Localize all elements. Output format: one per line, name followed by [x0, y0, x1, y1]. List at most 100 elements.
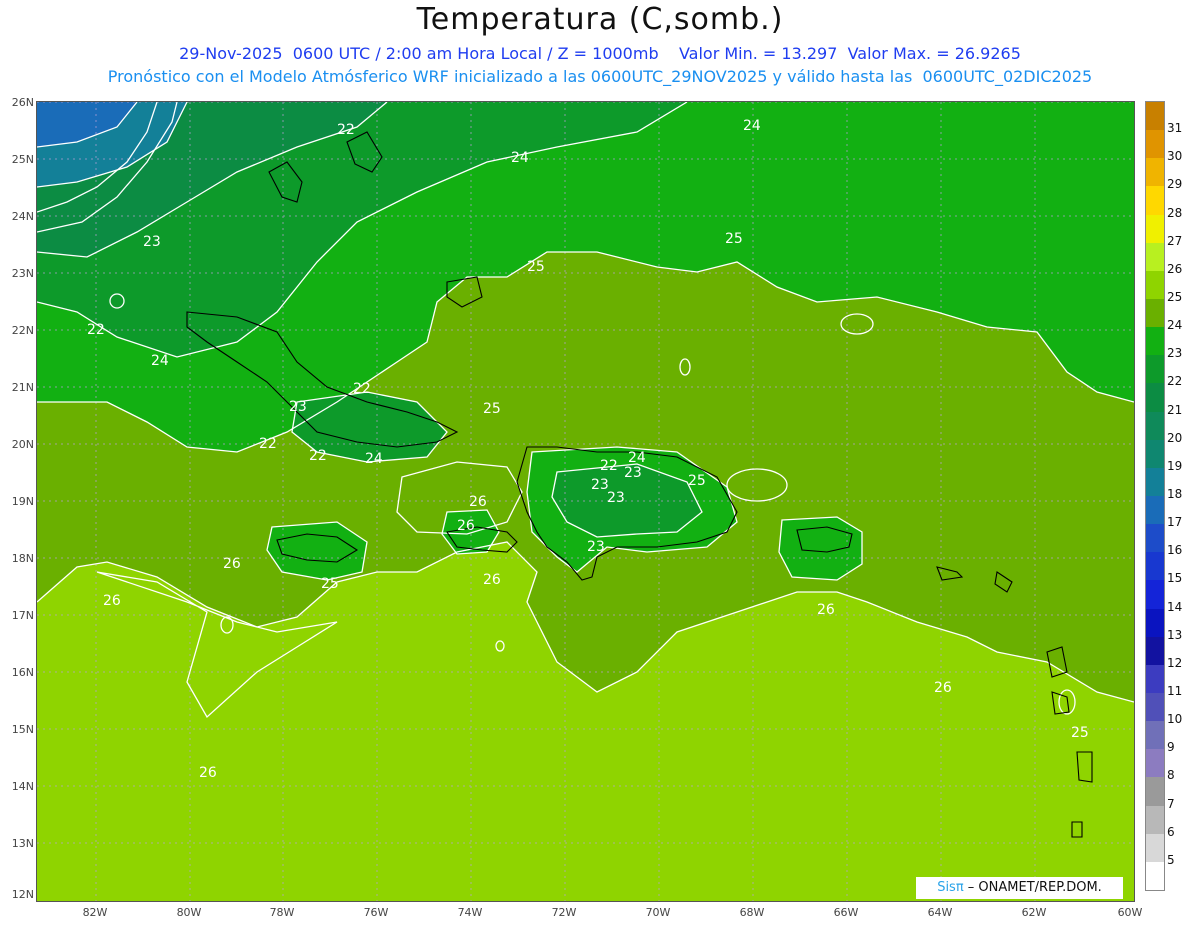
colorbar-swatch [1146, 411, 1164, 441]
colorbar-swatch [1146, 833, 1164, 863]
colorbar-swatch [1146, 214, 1164, 244]
lat-label: 25N [11, 153, 34, 166]
contour-label: 23 [587, 539, 605, 555]
lat-label: 14N [11, 780, 34, 793]
colorbar-label: 8 [1167, 768, 1175, 783]
lat-label: 21N [11, 381, 34, 394]
lon-label: 62W [1021, 906, 1047, 919]
lon-label: 60W [1117, 906, 1143, 919]
valid-time-line: 29-Nov-2025 0600 UTC / 2:00 am Hora Loca… [179, 44, 1021, 63]
colorbar-label: 13 [1167, 627, 1183, 642]
colorbar [1145, 101, 1165, 891]
colorbar-label: 31 [1167, 121, 1183, 136]
map-canvas: 22 24 24 23 25 25 22 24 22 23 22 25 22 2… [37, 102, 1134, 901]
lon-label: 80W [176, 906, 202, 919]
colorbar-swatch [1146, 355, 1164, 384]
colorbar-label: 26 [1167, 261, 1183, 276]
colorbar-swatch [1146, 608, 1164, 638]
colorbar-swatch [1146, 327, 1164, 356]
contour-label: 26 [469, 494, 487, 510]
contour-label: 24 [365, 451, 383, 467]
lon-label: 68W [739, 906, 765, 919]
colorbar-swatch [1146, 721, 1164, 750]
contour-label: 26 [457, 518, 475, 534]
colorbar-swatch [1146, 467, 1164, 497]
lon-label: 76W [363, 906, 389, 919]
colorbar-swatch [1146, 242, 1164, 272]
lat-label: 23N [11, 267, 34, 280]
contour-label: 24 [511, 150, 529, 166]
contour-label: 26 [483, 572, 501, 588]
colorbar-label: 11 [1167, 684, 1183, 698]
contour-label: 23 [143, 234, 161, 250]
colorbar-swatch [1146, 777, 1164, 807]
lon-label: 74W [457, 906, 483, 919]
colorbar-label: 10 [1167, 712, 1183, 727]
model-info-line: Pronóstico con el Modelo Atmósferico WRF… [107, 67, 1093, 86]
colorbar-swatch [1146, 664, 1164, 694]
lat-label: 19N [11, 495, 34, 508]
colorbar-swatch [1146, 552, 1164, 581]
colorbar-swatch [1146, 636, 1164, 666]
colorbar-label: 23 [1167, 346, 1183, 361]
lon-label: 66W [833, 906, 859, 919]
contour-label: 26 [199, 765, 217, 781]
colorbar-swatch [1146, 102, 1164, 131]
colorbar-label: 30 [1167, 149, 1183, 164]
colorbar-swatch [1146, 805, 1164, 835]
contour-label: 22 [353, 381, 371, 397]
colorbar-swatch [1146, 861, 1164, 891]
colorbar-label: 9 [1167, 740, 1175, 755]
contour-label: 23 [289, 399, 307, 415]
contour-label: 22 [259, 436, 277, 452]
lat-label: 24N [11, 210, 34, 223]
colorbar-label: 5 [1167, 852, 1175, 867]
contour-label: 22 [337, 122, 355, 138]
credit-org: – ONAMET/REP.DOM. [963, 880, 1102, 895]
contour-label: 26 [817, 602, 835, 618]
contour-label: 24 [628, 450, 646, 466]
colorbar-swatch [1146, 186, 1164, 216]
contour-label: 25 [321, 576, 339, 592]
colorbar-label: 29 [1167, 177, 1183, 192]
contour-label: 26 [934, 680, 952, 696]
colorbar-label: 25 [1167, 290, 1183, 304]
contour-label: 24 [151, 353, 169, 369]
contour-label: 24 [743, 118, 761, 134]
colorbar-label: 6 [1167, 824, 1175, 839]
contour-label: 25 [483, 401, 501, 417]
colorbar-label: 21 [1167, 402, 1183, 417]
colorbar-swatch [1146, 580, 1164, 610]
credit-box: Sisπ – ONAMET/REP.DOM. [916, 877, 1123, 899]
contour-label: 22 [87, 322, 105, 338]
colorbar-label: 28 [1167, 205, 1183, 220]
colorbar-label: 22 [1167, 374, 1183, 389]
lat-label: 22N [11, 324, 34, 337]
colorbar-label: 18 [1167, 487, 1183, 501]
contour-label: 23 [607, 490, 625, 506]
colorbar-label: 15 [1167, 571, 1183, 586]
colorbar-swatch [1146, 496, 1164, 525]
lat-label: 15N [11, 723, 34, 736]
lat-label: 26N [11, 96, 34, 109]
lat-label: 18N [11, 552, 34, 565]
contour-label: 25 [725, 231, 743, 247]
temperature-map: 22 24 24 23 25 25 22 24 22 23 22 25 22 2… [36, 101, 1135, 902]
contour-label: 26 [103, 593, 121, 609]
lon-label: 78W [269, 906, 295, 919]
lon-label: 82W [82, 906, 108, 919]
contour-label: 22 [600, 458, 618, 474]
colorbar-swatch [1146, 270, 1164, 300]
colorbar-swatch [1146, 439, 1164, 469]
colorbar-label: 14 [1167, 599, 1183, 614]
contour-label: 26 [223, 556, 241, 572]
colorbar-swatch [1146, 299, 1164, 328]
lat-label: 17N [11, 609, 34, 622]
colorbar-swatch [1146, 524, 1164, 553]
colorbar-label: 16 [1167, 543, 1183, 558]
colorbar-label: 20 [1167, 430, 1183, 445]
contour-label: 25 [1071, 725, 1089, 741]
colorbar-label: 17 [1167, 515, 1183, 530]
lon-label: 64W [927, 906, 953, 919]
lon-label: 72W [551, 906, 577, 919]
